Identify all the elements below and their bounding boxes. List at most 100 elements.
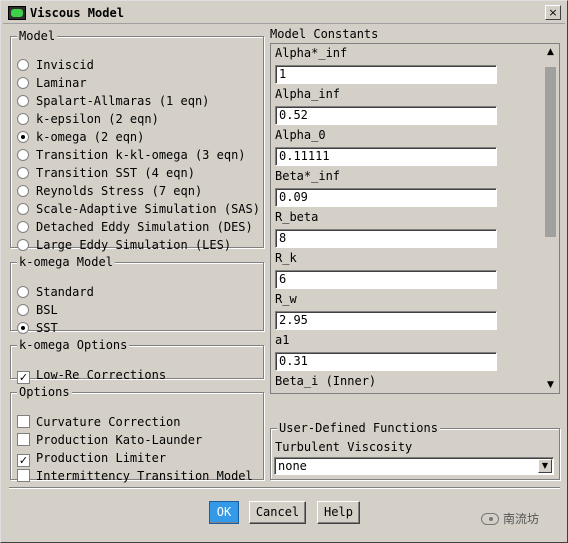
constant-label: R_beta: [275, 210, 319, 224]
constant-label: R_k: [275, 251, 297, 265]
watermark-text: 南流坊: [503, 512, 540, 526]
radio-icon[interactable]: [17, 59, 29, 71]
dropdown-value: none: [278, 459, 307, 473]
check-icon[interactable]: [17, 415, 30, 428]
beta-i-inner-input[interactable]: [275, 393, 497, 394]
curvature-correction-checkbox[interactable]: Curvature Correction: [17, 415, 181, 433]
model-option-des[interactable]: Detached Eddy Simulation (DES): [17, 220, 253, 238]
r-w-input[interactable]: 2.95: [275, 311, 497, 330]
watermark: 南流坊: [481, 510, 539, 527]
check-icon[interactable]: ✓: [17, 454, 30, 467]
options-group: Options Curvature Correction Production …: [10, 385, 264, 483]
model-option-spalart-allmaras[interactable]: Spalart-Allmaras (1 eqn): [17, 94, 209, 112]
divider: [9, 487, 560, 489]
model-option-k-epsilon[interactable]: k-epsilon (2 eqn): [17, 112, 159, 130]
k-omega-model-sst[interactable]: SST: [17, 321, 58, 339]
turbulent-viscosity-label: Turbulent Viscosity: [275, 440, 413, 454]
radio-icon[interactable]: [17, 185, 29, 197]
constant-label: a1: [275, 333, 290, 347]
option-label: Scale-Adaptive Simulation (SAS): [36, 202, 260, 216]
scroll-down-icon[interactable]: ▼: [543, 378, 558, 392]
help-button[interactable]: Help: [317, 501, 360, 524]
r-k-input[interactable]: 6: [275, 270, 497, 289]
production-kato-launder-checkbox[interactable]: Production Kato-Launder: [17, 433, 202, 451]
constants-scrollbar[interactable]: ▲ ▼: [543, 45, 558, 392]
model-constants-panel: Alpha*_inf 1 Alpha_inf 0.52 Alpha_0 0.11…: [270, 43, 560, 394]
radio-icon[interactable]: [17, 95, 29, 107]
model-legend: Model: [17, 29, 58, 43]
model-option-transition-k-kl-omega[interactable]: Transition k-kl-omega (3 eqn): [17, 148, 246, 166]
option-label: Intermittency Transition Model: [36, 469, 253, 483]
alpha-star-inf-input[interactable]: 1: [275, 65, 497, 84]
radio-icon[interactable]: [17, 239, 29, 251]
check-icon[interactable]: [17, 469, 30, 482]
low-re-corrections-checkbox[interactable]: ✓ Low-Re Corrections: [17, 368, 166, 386]
k-omega-options-legend: k-omega Options: [17, 338, 130, 352]
model-option-laminar[interactable]: Laminar: [17, 76, 87, 94]
options-legend: Options: [17, 385, 72, 399]
k-omega-model-group: k-omega Model Standard BSL SST: [10, 255, 264, 335]
radio-icon[interactable]: [17, 304, 29, 316]
k-omega-model-standard[interactable]: Standard: [17, 285, 94, 303]
constant-label: Beta_i (Inner): [275, 374, 377, 388]
constant-label: Alpha*_inf: [275, 46, 348, 60]
alpha-0-input[interactable]: 0.11111: [275, 147, 497, 166]
production-limiter-checkbox[interactable]: ✓ Production Limiter: [17, 451, 166, 469]
turbulent-viscosity-dropdown[interactable]: none ▼: [274, 457, 554, 475]
model-option-reynolds-stress[interactable]: Reynolds Stress (7 eqn): [17, 184, 202, 202]
a1-input[interactable]: 0.31: [275, 352, 497, 371]
viscous-model-window: Viscous Model × Model Inviscid Laminar S…: [0, 0, 568, 543]
radio-icon[interactable]: [17, 131, 29, 143]
ok-button[interactable]: OK: [209, 501, 239, 524]
radio-icon[interactable]: [17, 322, 29, 334]
window-title: Viscous Model: [30, 6, 124, 20]
option-label: Reynolds Stress (7 eqn): [36, 184, 203, 198]
radio-icon[interactable]: [17, 77, 29, 89]
radio-icon[interactable]: [17, 203, 29, 215]
option-label: Standard: [36, 285, 94, 299]
radio-icon[interactable]: [17, 221, 29, 233]
chevron-down-icon[interactable]: ▼: [538, 459, 552, 473]
model-option-k-omega[interactable]: k-omega (2 eqn): [17, 130, 144, 148]
title-bar[interactable]: Viscous Model ×: [3, 3, 565, 24]
scroll-up-icon[interactable]: ▲: [543, 45, 558, 59]
r-beta-input[interactable]: 8: [275, 229, 497, 248]
option-label: Detached Eddy Simulation (DES): [36, 220, 253, 234]
app-icon: [8, 6, 26, 20]
constant-label: Alpha_0: [275, 128, 326, 142]
beta-star-inf-input[interactable]: 0.09: [275, 188, 497, 207]
check-icon[interactable]: [17, 433, 30, 446]
model-option-transition-sst[interactable]: Transition SST (4 eqn): [17, 166, 195, 184]
udf-legend: User-Defined Functions: [277, 421, 440, 435]
radio-icon[interactable]: [17, 149, 29, 161]
option-label: Production Kato-Launder: [36, 433, 203, 447]
check-icon[interactable]: ✓: [17, 371, 30, 384]
intermittency-transition-model-checkbox[interactable]: Intermittency Transition Model: [17, 469, 253, 487]
option-label: Inviscid: [36, 58, 94, 72]
option-label: Low-Re Corrections: [36, 368, 167, 382]
constant-label: R_w: [275, 292, 297, 306]
option-label: k-omega (2 eqn): [36, 130, 145, 144]
option-label: Transition SST (4 eqn): [36, 166, 195, 180]
model-option-sas[interactable]: Scale-Adaptive Simulation (SAS): [17, 202, 260, 220]
radio-icon[interactable]: [17, 167, 29, 179]
k-omega-options-group: k-omega Options ✓ Low-Re Corrections: [10, 338, 264, 384]
option-label: Laminar: [36, 76, 87, 90]
cancel-button[interactable]: Cancel: [249, 501, 306, 524]
k-omega-model-bsl[interactable]: BSL: [17, 303, 58, 321]
model-option-les[interactable]: Large Eddy Simulation (LES): [17, 238, 231, 256]
model-constants-heading: Model Constants: [270, 27, 379, 41]
option-label: Production Limiter: [36, 451, 167, 465]
option-label: k-epsilon (2 eqn): [36, 112, 159, 126]
alpha-inf-input[interactable]: 0.52: [275, 106, 497, 125]
k-omega-model-legend: k-omega Model: [17, 255, 115, 269]
option-label: SST: [36, 321, 58, 335]
model-option-inviscid[interactable]: Inviscid: [17, 58, 94, 76]
radio-icon[interactable]: [17, 286, 29, 298]
close-button[interactable]: ×: [545, 5, 561, 20]
scrollbar-thumb[interactable]: [545, 67, 556, 237]
model-group: Model Inviscid Laminar Spalart-Allmaras …: [10, 29, 264, 252]
radio-icon[interactable]: [17, 113, 29, 125]
constant-label: Alpha_inf: [275, 87, 341, 101]
option-label: Transition k-kl-omega (3 eqn): [36, 148, 246, 162]
